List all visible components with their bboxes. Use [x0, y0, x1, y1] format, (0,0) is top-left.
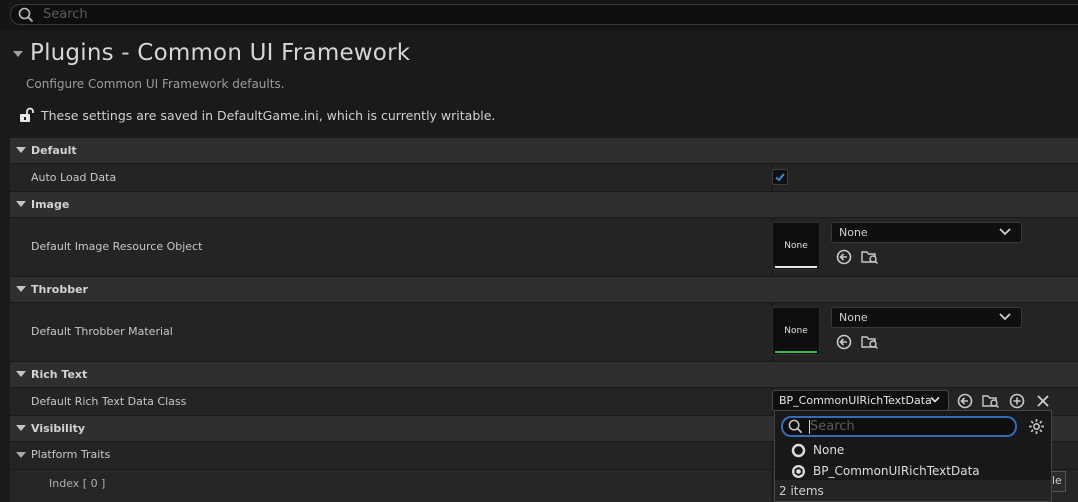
- asset-picker-value: None: [839, 311, 868, 324]
- class-picker-combo[interactable]: BP_CommonUIRichTextData: [772, 390, 949, 411]
- property-label: Default Image Resource Object: [31, 240, 203, 253]
- asset-thumbnail[interactable]: None: [772, 222, 820, 270]
- browse-asset-icon[interactable]: [861, 249, 879, 265]
- asset-type-bar: [775, 266, 817, 268]
- top-search-bar: Search: [0, 0, 1078, 30]
- unlock-icon: [20, 107, 34, 122]
- none-circle-icon: [791, 443, 806, 458]
- category-default[interactable]: Default: [10, 137, 1078, 163]
- expand-arrow-icon: [16, 286, 26, 292]
- expand-arrow-icon[interactable]: [16, 452, 26, 458]
- class-picker-value: BP_CommonUIRichTextData: [779, 394, 932, 407]
- popup-item-bp-commonuirichtextdata[interactable]: BP_CommonUIRichTextData: [775, 461, 1051, 482]
- category-label: Rich Text: [31, 368, 88, 381]
- use-selected-asset-icon[interactable]: [836, 334, 852, 350]
- popup-search-input[interactable]: Search: [781, 416, 1017, 437]
- category-label: Default: [31, 144, 77, 157]
- settings-gear-icon[interactable]: [1028, 418, 1045, 435]
- browse-class-icon[interactable]: [982, 393, 1000, 409]
- thumbnail-label: None: [784, 241, 808, 251]
- property-row-auto-load-data: Auto Load Data: [10, 163, 1078, 191]
- asset-picker-value: None: [839, 226, 868, 239]
- column-splitter[interactable]: [772, 470, 773, 502]
- page-title: Plugins - Common UI Framework: [30, 40, 411, 66]
- asset-thumbnail[interactable]: None: [772, 307, 820, 355]
- search-input[interactable]: Search: [10, 4, 1078, 25]
- asset-picker-dropdown[interactable]: None: [831, 222, 1022, 243]
- item-count: 2 items: [779, 484, 824, 498]
- collapse-arrow-icon[interactable]: [13, 51, 23, 57]
- expand-arrow-icon: [16, 201, 26, 207]
- class-picker-popup: Search None BP_CommonUIRichTextData 2 it…: [774, 410, 1052, 502]
- property-label: Auto Load Data: [31, 171, 117, 184]
- asset-type-bar: [775, 351, 817, 353]
- property-label: Default Rich Text Data Class: [31, 395, 187, 408]
- category-label: Throbber: [31, 283, 88, 296]
- chevron-down-icon: [999, 313, 1011, 321]
- asset-picker-dropdown[interactable]: None: [831, 307, 1022, 328]
- expand-arrow-icon: [16, 147, 26, 153]
- popup-item-label: BP_CommonUIRichTextData: [813, 464, 980, 478]
- use-selected-asset-icon[interactable]: [836, 249, 852, 265]
- browse-asset-icon[interactable]: [861, 334, 879, 350]
- auto-load-data-checkbox[interactable]: [772, 169, 788, 185]
- category-rich-text[interactable]: Rich Text: [10, 361, 1078, 387]
- search-placeholder: Search: [43, 7, 88, 22]
- blueprint-class-icon: [792, 465, 805, 478]
- thumbnail-label: None: [784, 326, 808, 336]
- column-splitter[interactable]: [772, 442, 773, 469]
- popup-item-label: None: [813, 443, 845, 457]
- config-writable-note: These settings are saved in DefaultGame.…: [41, 108, 496, 123]
- expand-arrow-icon: [16, 425, 26, 431]
- array-index-label: Index [ 0 ]: [49, 477, 106, 490]
- popup-search-placeholder: Search: [810, 419, 855, 434]
- category-label: Image: [31, 198, 70, 211]
- category-throbber[interactable]: Throbber: [10, 276, 1078, 302]
- hidden-dropdown-edge[interactable]: le: [1050, 471, 1066, 492]
- popup-footer: 2 items: [775, 480, 1051, 501]
- use-selected-class-icon[interactable]: [957, 393, 973, 409]
- hidden-dropdown-text: le: [1052, 474, 1062, 487]
- chevron-down-icon: [999, 228, 1011, 236]
- checkmark-icon: [775, 173, 785, 182]
- page-description: Configure Common UI Framework defaults.: [26, 77, 285, 91]
- popup-item-none[interactable]: None: [775, 440, 1051, 461]
- search-icon: [18, 7, 34, 23]
- category-image[interactable]: Image: [10, 191, 1078, 217]
- property-label: Default Throbber Material: [31, 325, 173, 338]
- expand-arrow-icon: [16, 371, 26, 377]
- clear-icon[interactable]: [1036, 394, 1050, 408]
- chevron-down-icon: [930, 396, 940, 403]
- property-label: Platform Traits: [31, 448, 111, 461]
- add-new-icon[interactable]: [1009, 393, 1025, 409]
- category-label: Visibility: [31, 422, 86, 435]
- search-icon: [788, 419, 803, 434]
